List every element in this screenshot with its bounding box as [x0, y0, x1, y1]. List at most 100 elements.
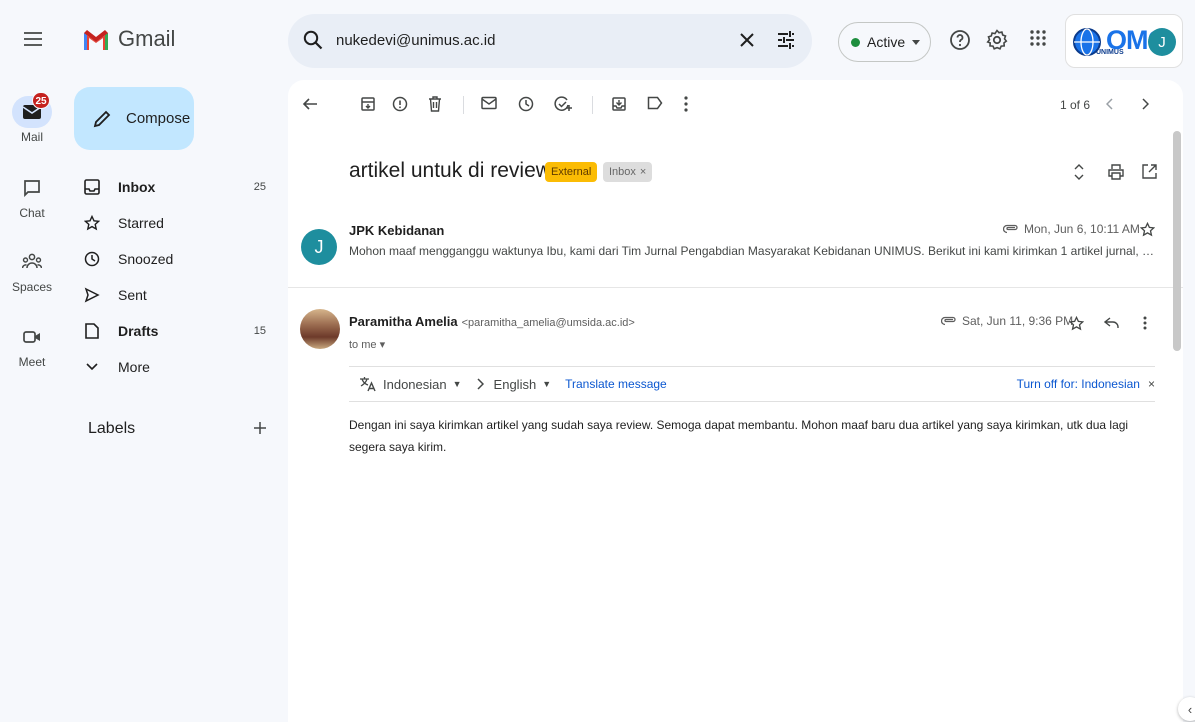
status-dot	[851, 37, 860, 47]
video-camera-icon	[23, 331, 40, 343]
show-side-panel-chevron-icon[interactable]: ‹	[1178, 697, 1195, 721]
report-spam-icon[interactable]	[392, 96, 408, 112]
clear-search-icon[interactable]	[736, 29, 758, 51]
external-tag: External	[545, 162, 598, 182]
back-arrow-icon[interactable]	[302, 96, 318, 112]
nav-starred[interactable]: Starred	[74, 206, 284, 240]
app-name: Gmail	[118, 26, 176, 51]
target-language: English	[493, 376, 537, 392]
nav-inbox-count: 25	[253, 181, 266, 193]
message-date: Mon, Jun 6, 10:11 AM	[1024, 222, 1140, 236]
toolbar-divider	[463, 96, 464, 114]
scrollbar-thumb[interactable]	[1173, 131, 1181, 351]
nav-sent[interactable]: Sent	[74, 278, 284, 312]
message-snippet[interactable]: Mohon maaf mengganggu waktunya Ibu, kami…	[349, 244, 1157, 258]
archive-icon[interactable]	[360, 96, 376, 112]
status-selector[interactable]: Active	[838, 22, 931, 62]
search-icon[interactable]	[302, 29, 324, 51]
nav-drafts[interactable]: Drafts 15	[74, 314, 284, 348]
move-to-icon[interactable]	[611, 96, 627, 112]
message-date: Sat, Jun 11, 9:36 PM	[962, 314, 1074, 328]
source-language: Indonesian	[383, 376, 447, 392]
search-input[interactable]: nukedevi@unimus.ac.id	[336, 32, 495, 49]
more-options-icon[interactable]	[1143, 316, 1147, 330]
source-language-select[interactable]: Indonesian ▼	[359, 376, 462, 392]
send-icon	[74, 287, 110, 303]
next-chevron-icon[interactable]	[1141, 98, 1149, 110]
organization-logo[interactable]: OMG UNIMUS J	[1065, 14, 1183, 68]
toolbar-divider	[592, 96, 593, 114]
inbox-tag[interactable]: Inbox ×	[603, 162, 653, 182]
target-language-select[interactable]: English ▼	[494, 377, 552, 392]
label-tag-icon[interactable]	[647, 96, 663, 110]
attachment-icon	[1003, 224, 1018, 234]
pencil-icon	[93, 110, 111, 127]
sender-name[interactable]: JPK Kebidanan	[349, 223, 444, 238]
nav-drafts-count: 15	[253, 325, 266, 337]
rail-spaces-label: Spaces	[11, 280, 53, 294]
sender-line: Paramitha Amelia <paramitha_amelia@umsid…	[349, 314, 635, 329]
sender-name[interactable]: Paramitha Amelia	[349, 314, 458, 329]
message-count: 1 of 6	[1060, 98, 1091, 112]
more-vertical-icon[interactable]	[684, 96, 688, 112]
nav-more[interactable]: More	[74, 350, 284, 384]
chevron-down-icon	[74, 363, 110, 371]
compose-button[interactable]: Compose	[74, 87, 194, 150]
mark-unread-icon[interactable]	[481, 96, 497, 110]
spaces-icon	[22, 253, 42, 269]
star-message-icon[interactable]	[1140, 222, 1155, 237]
mail-unread-badge: 25	[32, 92, 50, 109]
reply-icon[interactable]	[1104, 317, 1119, 329]
recipient-details[interactable]: to me ▾	[349, 338, 385, 351]
open-in-new-window-icon[interactable]	[1142, 164, 1157, 179]
previous-chevron-icon[interactable]	[1106, 98, 1114, 110]
star-message-icon[interactable]	[1069, 316, 1084, 331]
search-bar[interactable]: nukedevi@unimus.ac.id	[288, 14, 812, 68]
message-body: Dengan ini saya kirimkan artikel yang su…	[349, 418, 1129, 454]
recipient-label: to me	[349, 339, 377, 351]
message-meta: Mon, Jun 6, 10:11 AM	[1003, 222, 1140, 236]
snooze-clock-icon[interactable]	[518, 96, 534, 112]
nav-starred-label: Starred	[118, 215, 164, 231]
sender-avatar[interactable]: J	[301, 229, 337, 265]
rail-meet[interactable]: Meet	[0, 321, 64, 369]
turn-off-translation[interactable]: Turn off for: Indonesian ×	[1017, 377, 1155, 391]
expand-all-icon[interactable]	[1074, 164, 1084, 180]
add-to-tasks-icon[interactable]	[554, 96, 572, 112]
nav-snoozed[interactable]: Snoozed	[74, 242, 284, 276]
apps-grid-icon[interactable]	[1028, 28, 1048, 48]
help-icon[interactable]	[948, 28, 972, 52]
add-label-icon[interactable]	[252, 420, 268, 436]
main-menu-button[interactable]	[16, 22, 50, 56]
sender-avatar[interactable]	[300, 309, 340, 349]
nav-sent-label: Sent	[118, 287, 147, 303]
hamburger-icon	[24, 32, 42, 46]
gmail-logo[interactable]: Gmail	[82, 26, 175, 52]
nav-snoozed-label: Snoozed	[118, 251, 174, 267]
draft-icon	[74, 323, 110, 339]
gmail-m-icon	[84, 30, 108, 50]
caret-down-icon: ▼	[452, 379, 462, 389]
nav-inbox[interactable]: Inbox 25	[74, 170, 284, 204]
account-avatar[interactable]: J	[1148, 28, 1176, 56]
close-icon[interactable]: ×	[1148, 377, 1155, 391]
sender-email: <paramitha_amelia@umsida.ac.id>	[461, 317, 635, 329]
rail-spaces[interactable]: Spaces	[0, 246, 64, 294]
translate-message-link[interactable]: Translate message	[565, 377, 667, 391]
brand-subtext: UNIMUS	[1096, 49, 1124, 56]
search-options-icon[interactable]	[775, 29, 797, 51]
remove-label-icon[interactable]: ×	[640, 166, 646, 178]
rail-chat-label: Chat	[19, 206, 45, 220]
caret-down-icon: ▼	[542, 379, 552, 389]
rail-chat[interactable]: Chat	[0, 172, 64, 220]
caret-down-icon: ▾	[379, 339, 386, 351]
delete-trash-icon[interactable]	[428, 96, 442, 112]
thread-subject: artikel untuk di review	[349, 159, 551, 182]
settings-gear-icon[interactable]	[985, 28, 1009, 52]
print-icon[interactable]	[1108, 164, 1124, 180]
rail-mail[interactable]: 25 Mail	[0, 92, 64, 144]
inbox-tag-label: Inbox	[609, 166, 636, 178]
caret-down-icon	[912, 39, 921, 45]
nav-drafts-label: Drafts	[118, 323, 159, 339]
nav-inbox-label: Inbox	[118, 179, 156, 195]
